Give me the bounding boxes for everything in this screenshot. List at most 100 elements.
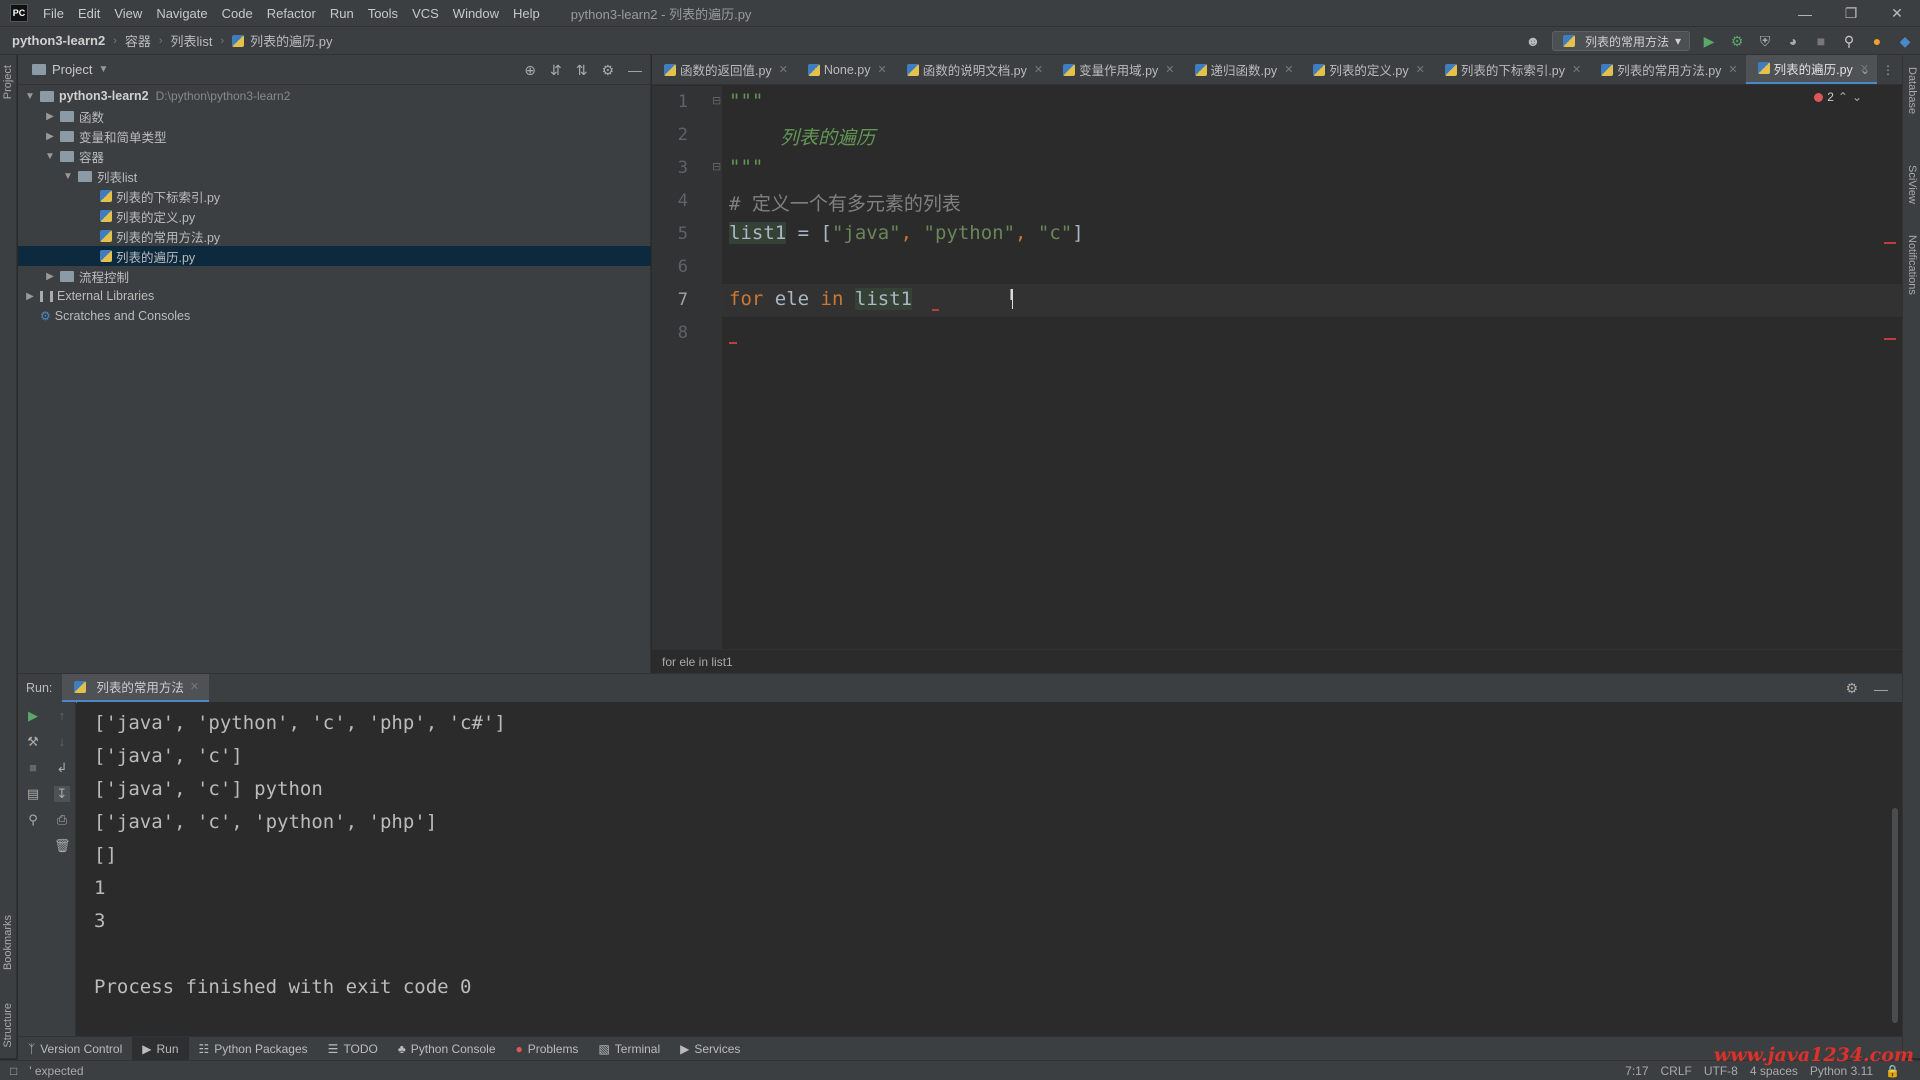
chevron-right-icon[interactable]: ▶: [44, 131, 56, 142]
version-control-tool[interactable]: ᛉ Version Control: [18, 1037, 132, 1061]
tab-file[interactable]: 递归函数.py ✕: [1183, 55, 1302, 84]
close-icon[interactable]: ✕: [1416, 63, 1425, 76]
error-stripe-marker[interactable]: [1884, 242, 1896, 244]
update-icon[interactable]: ●: [1868, 32, 1886, 50]
run-console[interactable]: ['java', 'python', 'c', 'php', 'c#'] ['j…: [77, 702, 1902, 1036]
menu-file[interactable]: File: [36, 6, 71, 21]
run-icon[interactable]: ▶: [1700, 32, 1718, 50]
locate-icon[interactable]: ⊕: [524, 62, 536, 79]
gear-icon[interactable]: ⚙: [601, 62, 614, 79]
restore-icon[interactable]: ❐: [1828, 0, 1874, 27]
tree-item-variables[interactable]: ▶ 变量和简单类型: [18, 126, 651, 146]
soft-wrap-icon[interactable]: ↲: [54, 760, 70, 776]
code-editor[interactable]: 1 2 3 4 5 6 7 8 ⊟ ⊟ """ 列表的遍历 """ # 定义一个…: [652, 86, 1902, 649]
menu-vcs[interactable]: VCS: [405, 6, 446, 21]
menu-code[interactable]: Code: [215, 6, 260, 21]
python-console-tool[interactable]: ♣ Python Console: [388, 1037, 506, 1061]
lock-icon[interactable]: 🔒: [1885, 1064, 1900, 1078]
menu-edit[interactable]: Edit: [71, 6, 107, 21]
menu-run[interactable]: Run: [323, 6, 361, 21]
project-tool-window[interactable]: Project: [2, 65, 14, 99]
tree-item-scratches[interactable]: ⚙ Scratches and Consoles: [18, 306, 651, 326]
tree-item-file[interactable]: 列表的定义.py: [18, 206, 651, 226]
error-indicator[interactable]: 2 ⌃ ⌄: [1814, 90, 1862, 104]
close-icon[interactable]: ✕: [1284, 63, 1293, 76]
tree-item-root[interactable]: ▼ python3-learn2 D:\python\python3-learn…: [18, 86, 651, 106]
indent-setting[interactable]: 4 spaces: [1750, 1064, 1798, 1078]
close-icon[interactable]: ✕: [1034, 63, 1043, 76]
menu-help[interactable]: Help: [506, 6, 547, 21]
chevron-right-icon[interactable]: ▶: [44, 271, 56, 282]
close-icon[interactable]: ✕: [1165, 63, 1174, 76]
run-tool[interactable]: ▶ Run: [132, 1036, 189, 1061]
expand-all-icon[interactable]: ⇵: [550, 62, 562, 79]
tab-file[interactable]: None.py ✕: [796, 55, 895, 84]
tree-item-external-libraries[interactable]: ▶ External Libraries: [18, 286, 651, 306]
arrow-down-icon[interactable]: ↓: [54, 734, 70, 750]
wrench-icon[interactable]: ⚒: [25, 734, 41, 750]
tab-file[interactable]: 变量作用域.py ✕: [1051, 55, 1182, 84]
services-tool[interactable]: ▶ Services: [670, 1037, 750, 1061]
breadcrumb-folder[interactable]: 容器: [123, 31, 153, 50]
gear-icon[interactable]: ⚙: [1845, 680, 1858, 697]
chevron-up-icon[interactable]: ⌃: [1838, 90, 1848, 104]
tab-file[interactable]: 列表的常用方法.py ✕: [1589, 55, 1745, 84]
tree-item-containers[interactable]: ▼ 容器: [18, 146, 651, 166]
close-icon[interactable]: ✕: [779, 63, 788, 76]
layout-icon[interactable]: □: [10, 1064, 17, 1078]
fold-icon[interactable]: ⊟: [712, 160, 721, 173]
todo-tool[interactable]: ☰ TODO: [318, 1037, 388, 1061]
trash-icon[interactable]: 🗑: [54, 838, 71, 854]
tree-item-file[interactable]: 列表的下标索引.py: [18, 186, 651, 206]
file-encoding[interactable]: UTF-8: [1704, 1064, 1738, 1078]
line-separator[interactable]: CRLF: [1661, 1064, 1692, 1078]
menu-navigate[interactable]: Navigate: [149, 6, 214, 21]
structure-tool-window[interactable]: Structure: [2, 1003, 14, 1048]
tree-item-flow-control[interactable]: ▶ 流程控制: [18, 266, 651, 286]
error-stripe-marker[interactable]: [1884, 338, 1896, 340]
breadcrumb-file[interactable]: 列表的遍历.py: [248, 31, 334, 50]
search-icon[interactable]: ⚲: [1840, 32, 1858, 50]
chevron-down-icon[interactable]: ▼: [98, 64, 108, 75]
scroll-to-end-icon[interactable]: ↧: [54, 786, 70, 802]
terminal-tool[interactable]: ▧ Terminal: [588, 1037, 670, 1061]
bookmarks-tool-window[interactable]: Bookmarks: [2, 915, 14, 970]
status-message[interactable]: ' expected: [29, 1064, 83, 1078]
chevron-right-icon[interactable]: ▶: [44, 111, 56, 122]
chevron-right-icon[interactable]: ▶: [24, 291, 36, 302]
close-icon[interactable]: ✕: [190, 680, 199, 693]
python-packages-tool[interactable]: ☷ Python Packages: [189, 1037, 318, 1061]
print-icon[interactable]: ⎙: [54, 812, 70, 828]
close-icon[interactable]: ✕: [1572, 63, 1581, 76]
stop-icon[interactable]: ■: [25, 760, 41, 776]
chevron-down-icon[interactable]: ⌄: [1860, 63, 1870, 77]
chevron-down-icon[interactable]: ⌄: [1852, 90, 1862, 104]
caret-position[interactable]: 7:17: [1625, 1064, 1648, 1078]
pin-icon[interactable]: ⚲: [25, 812, 41, 828]
tab-file[interactable]: 函数的返回值.py ✕: [652, 55, 796, 84]
chevron-down-icon[interactable]: ▼: [24, 91, 36, 102]
notifications-tool-window[interactable]: Notifications: [1906, 235, 1918, 295]
debug-icon[interactable]: ⚙: [1728, 32, 1746, 50]
stop-icon[interactable]: ■: [1812, 32, 1830, 50]
minimize-icon[interactable]: —: [1782, 0, 1828, 27]
arrow-up-icon[interactable]: ↑: [54, 708, 70, 724]
tree-item-file[interactable]: 列表的常用方法.py: [18, 226, 651, 246]
chevron-down-icon[interactable]: ▼: [44, 151, 56, 162]
tab-file[interactable]: 列表的定义.py ✕: [1301, 55, 1432, 84]
console-scrollbar[interactable]: [1892, 808, 1898, 1023]
problems-tool[interactable]: ● Problems: [506, 1037, 589, 1061]
tab-file[interactable]: 函数的说明文档.py ✕: [895, 55, 1051, 84]
collapse-all-icon[interactable]: ⇅: [576, 62, 588, 79]
breadcrumb-project[interactable]: python3-learn2: [10, 33, 107, 48]
close-icon[interactable]: ✕: [877, 63, 886, 76]
editor-breadcrumb[interactable]: for ele in list1: [652, 649, 1902, 673]
close-icon[interactable]: ✕: [1874, 0, 1920, 27]
profile-icon[interactable]: ◕: [1784, 32, 1802, 50]
hide-icon[interactable]: —: [628, 62, 642, 78]
ide-logo-icon[interactable]: ◆: [1896, 32, 1914, 50]
fold-icon[interactable]: ⊟: [712, 94, 721, 107]
tree-item-list-folder[interactable]: ▼ 列表list: [18, 166, 651, 186]
close-icon[interactable]: ✕: [1728, 63, 1737, 76]
rerun-icon[interactable]: ▶: [25, 708, 41, 724]
